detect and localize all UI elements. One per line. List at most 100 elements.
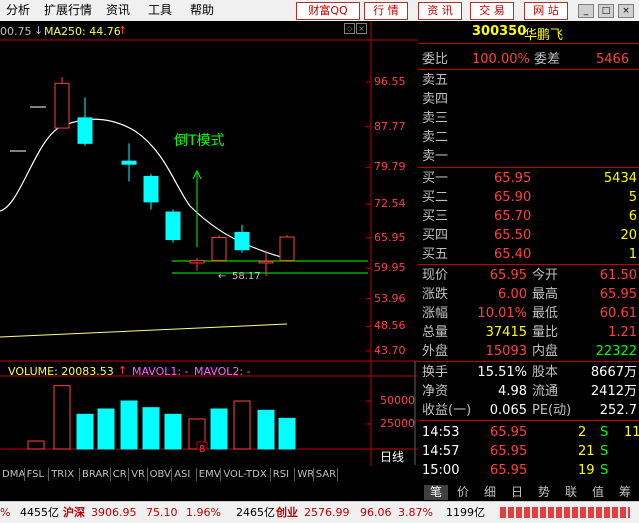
ask-row: 卖四 — [422, 92, 449, 107]
minimize-icon[interactable]: _ — [578, 4, 594, 18]
bid-row: 买三 65.70 6 — [422, 209, 637, 224]
tick-volume: 21 — [578, 444, 595, 459]
candle-body — [189, 259, 205, 264]
indicator-tabs: DMA FSL TRIX BRAR CR VR OBV ASI EMV VOL-TDX RSI WR S… — [0, 466, 418, 483]
down-arrow-icon: ↓ — [34, 24, 44, 37]
tab-divider — [171, 468, 173, 481]
tab-divider — [48, 468, 50, 481]
volume-bar — [233, 400, 251, 450]
indicator-tab[interactable]: EMV — [199, 468, 221, 481]
indicator-tab[interactable]: OBV — [150, 468, 171, 481]
menu-help[interactable]: 帮助 — [190, 2, 214, 18]
cy-index-pct: 3.87% — [398, 506, 433, 519]
mavol1-label: MAVOL1: - — [132, 365, 189, 378]
news-button[interactable]: 资 讯 — [418, 2, 462, 20]
detail-tab[interactable]: 日 — [505, 485, 529, 500]
ma-header-value: 00.75 — [0, 25, 32, 38]
candle-body — [258, 260, 274, 264]
price-tick-label: 43.70 — [374, 344, 406, 357]
indicator-tab[interactable]: DMA — [2, 468, 25, 481]
up-arrow-icon: ↑ — [118, 24, 128, 37]
tick-row: 15:00 65.95 19 S — [418, 461, 639, 480]
hs-index-change: 75.10 — [146, 506, 178, 519]
chart-close-icon[interactable]: × — [356, 23, 367, 34]
pattern-annotation: 倒T模式 — [174, 133, 225, 149]
close-icon[interactable]: × — [618, 4, 634, 18]
tick-price: 65.95 — [490, 463, 528, 478]
candle-body — [143, 175, 159, 203]
candle-body — [165, 211, 181, 241]
fundamental-value: 252.7 — [599, 403, 637, 418]
price-tick-label: 96.55 — [374, 75, 406, 88]
weibi-value: 100.00% — [472, 52, 530, 67]
tick-time: 15:00 — [422, 463, 460, 478]
trade-button[interactable]: 交 易 — [470, 2, 514, 20]
indicator-tab[interactable]: CR — [113, 468, 127, 481]
kline-chart[interactable] — [0, 21, 418, 466]
indicator-tab[interactable]: SAR — [316, 468, 336, 481]
bid-row: 买一 65.95 5434 — [422, 171, 637, 186]
volume-bar — [97, 408, 115, 450]
bid-price: 65.70 — [494, 209, 532, 224]
maximize-icon[interactable]: □ — [598, 4, 614, 18]
detail-tab[interactable]: 值 — [586, 485, 610, 500]
price-tick-label: 65.95 — [374, 230, 406, 244]
bid-row: 买四 65.50 20 — [422, 228, 637, 243]
tab-divider — [146, 468, 148, 481]
detail-tab[interactable]: 联 — [559, 485, 583, 500]
quote-panel: 300350 华鹏飞 委比 100.00% 委差 5466 卖五 卖四 卖三 卖二 卖一… — [418, 21, 639, 486]
price-tick-label: 87.77 — [374, 119, 406, 133]
detail-tab[interactable]: 价 — [451, 485, 475, 500]
volume-bar — [142, 407, 160, 450]
volume-bar — [278, 417, 296, 450]
stock-code: 300350 — [472, 24, 527, 39]
menu-extended-quotes[interactable]: 扩展行情 — [44, 2, 92, 18]
ma250-label: MA250: 44.76 — [44, 25, 121, 38]
stat-value: 37415 — [485, 325, 527, 340]
menu-news[interactable]: 资讯 — [106, 2, 130, 18]
indicator-tab[interactable]: VR — [131, 468, 145, 481]
low-price-label: 58.17 — [232, 271, 261, 282]
detail-tab[interactable]: 笔 — [424, 485, 448, 500]
indicator-tab[interactable]: FSL — [27, 468, 45, 481]
stock-name: 华鹏飞 — [524, 28, 564, 43]
tick-volume: 19 — [578, 463, 595, 478]
detail-tab[interactable]: 筹 — [613, 485, 637, 500]
tab-divider — [79, 468, 80, 481]
indicator-tab[interactable]: BRAR — [82, 468, 109, 481]
caifu-qq-button[interactable]: 财富QQ — [296, 2, 360, 20]
menu-bar: 分析 扩展行情 资讯 工具 帮助 财富QQ 行 情 资 讯 交 易 网 站 _ … — [0, 0, 639, 22]
tick-price: 65.95 — [490, 444, 528, 459]
candle-body — [234, 231, 250, 251]
tick-flag: S — [600, 463, 609, 478]
tick-price: 65.95 — [490, 425, 528, 440]
menu-tools[interactable]: 工具 — [148, 2, 172, 18]
fundamental-value: 2412万 — [590, 384, 637, 399]
ask-row: 卖二 — [422, 130, 449, 145]
market-heat-bar — [500, 507, 630, 518]
quote-stat-row: 外盘 15093 内盘 22322 — [422, 344, 637, 359]
menu-analysis[interactable]: 分析 — [6, 2, 30, 18]
hs-index-value: 3906.95 — [91, 506, 137, 519]
cy-index-value: 2576.99 — [304, 506, 350, 519]
tab-divider — [128, 468, 130, 481]
bid-volume: 5 — [628, 190, 637, 205]
price-tick-label: 53.96 — [374, 291, 406, 305]
indicator-tab[interactable]: RSI — [273, 468, 289, 481]
tab-divider — [23, 468, 25, 481]
detail-tab[interactable]: 细 — [478, 485, 502, 500]
tab-divider — [337, 468, 339, 481]
website-button[interactable]: 网 站 — [524, 2, 568, 20]
daily-period-label[interactable]: 日线 — [380, 451, 404, 464]
indicator-tab[interactable]: ASI — [174, 468, 190, 481]
quotes-button[interactable]: 行 情 — [364, 2, 408, 20]
tick-time: 14:53 — [422, 425, 460, 440]
detail-tab[interactable]: 势 — [532, 485, 556, 500]
indicator-tab[interactable]: VOL-TDX — [223, 468, 266, 481]
fundamental-value: 8667万 — [590, 365, 637, 380]
volume-bar — [164, 413, 182, 450]
indicator-tab[interactable]: TRIX — [51, 468, 74, 481]
indicator-tab[interactable]: WR — [297, 468, 314, 481]
chart-option-icon[interactable]: ◇ — [344, 23, 355, 34]
volume-bar — [53, 385, 71, 450]
